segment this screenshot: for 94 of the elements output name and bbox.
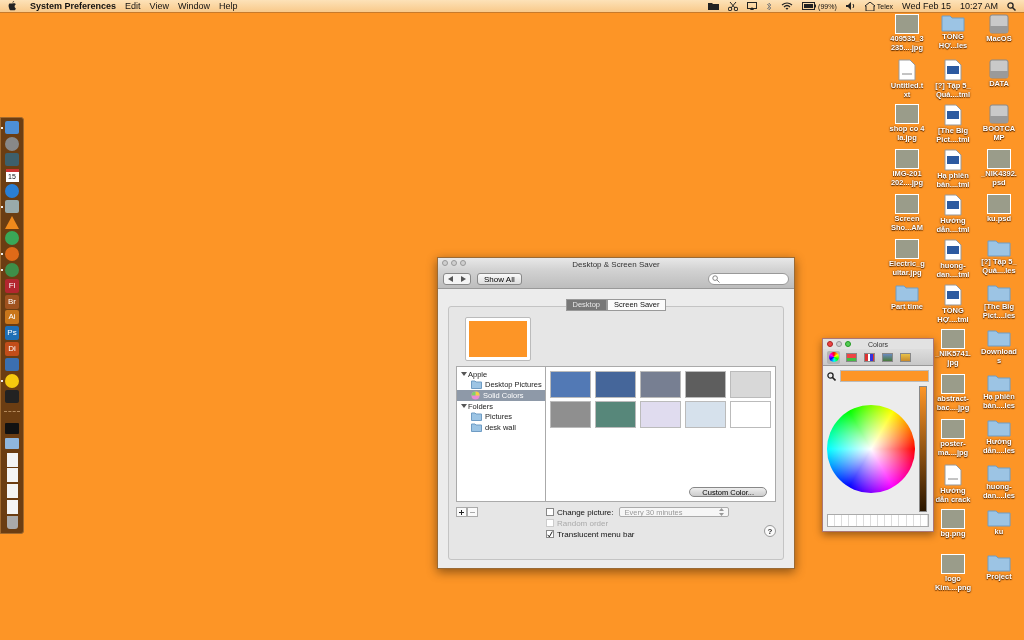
- wifi-icon[interactable]: [781, 1, 794, 11]
- app-icon[interactable]: Fl: [5, 278, 19, 293]
- scissors-icon[interactable]: [728, 1, 739, 11]
- speaker-icon[interactable]: [845, 2, 856, 10]
- hard-drive-icon[interactable]: [988, 104, 1010, 124]
- app-icon[interactable]: Ai: [5, 310, 19, 325]
- image-thumbnail[interactable]: [987, 149, 1011, 169]
- app-icon[interactable]: [5, 136, 19, 151]
- crayons-tab[interactable]: [899, 350, 912, 364]
- disclosure-triangle[interactable]: [461, 403, 467, 409]
- folder-icon: [471, 412, 482, 421]
- app-menu[interactable]: System Preferences: [30, 1, 117, 11]
- web-document-icon[interactable]: [944, 59, 962, 81]
- app-icon[interactable]: Ps: [5, 326, 19, 341]
- image-thumbnail[interactable]: [987, 194, 1011, 214]
- input-source-icon[interactable]: [864, 1, 875, 11]
- window-title: Desktop & Screen Saver: [572, 259, 660, 269]
- color-swatch[interactable]: [640, 371, 681, 398]
- color-palette-tab[interactable]: [863, 350, 876, 364]
- color-swatch[interactable]: [730, 401, 771, 428]
- smiley-icon[interactable]: [5, 373, 19, 388]
- app-icon[interactable]: [5, 263, 19, 278]
- app-icon[interactable]: Di: [5, 342, 19, 357]
- color-wheel-icon: [471, 391, 480, 400]
- plus-icon: [459, 509, 464, 515]
- trash-icon[interactable]: [6, 516, 18, 530]
- checkbox[interactable]: [546, 508, 554, 516]
- image-thumbnail[interactable]: [941, 374, 965, 394]
- right-triangle-icon: [461, 276, 466, 282]
- web-document-icon[interactable]: [944, 104, 962, 126]
- app-icon[interactable]: [5, 184, 19, 199]
- app-icon[interactable]: [5, 231, 19, 246]
- checkbox-label: Change picture:: [557, 507, 614, 517]
- checkbox-label: Translucent menu bar: [557, 529, 635, 539]
- menu-clock[interactable]: 10:27 AM: [959, 1, 998, 11]
- color-swatch[interactable]: [685, 371, 726, 398]
- image-thumbnail[interactable]: [895, 104, 919, 124]
- image-thumbnail[interactable]: [895, 14, 919, 34]
- color-swatch[interactable]: [595, 401, 636, 428]
- image-thumbnail[interactable]: [895, 194, 919, 214]
- color-swatch[interactable]: [640, 401, 681, 428]
- stepper-arrows-icon: [719, 508, 725, 516]
- color-swatch[interactable]: [550, 401, 591, 428]
- disclosure-triangle[interactable]: [461, 371, 467, 377]
- color-swatch[interactable]: [730, 371, 771, 398]
- web-document-icon[interactable]: [944, 149, 962, 171]
- folder-icon[interactable]: [708, 2, 720, 10]
- app-icon[interactable]: [5, 200, 19, 214]
- color-well[interactable]: [840, 370, 929, 382]
- folder-icon: [471, 423, 482, 432]
- search-field[interactable]: [708, 273, 789, 285]
- menu-item[interactable]: View: [149, 1, 169, 11]
- color-wheel-tab[interactable]: [827, 350, 840, 364]
- bluetooth-icon[interactable]: [766, 1, 773, 11]
- menu-item[interactable]: Edit: [125, 1, 141, 11]
- image-thumbnail[interactable]: [941, 329, 965, 349]
- app-icon[interactable]: [5, 121, 19, 135]
- battery-icon[interactable]: [802, 2, 817, 10]
- add-button[interactable]: [456, 507, 467, 517]
- document-icon[interactable]: [6, 468, 18, 483]
- web-document-icon[interactable]: [944, 194, 962, 216]
- image-thumbnail[interactable]: [895, 149, 919, 169]
- image-thumbnail[interactable]: [941, 509, 965, 529]
- search-icon[interactable]: [1007, 1, 1016, 11]
- image-thumbnail[interactable]: [895, 239, 919, 259]
- document-icon[interactable]: [6, 500, 18, 514]
- color-swatch[interactable]: [550, 371, 591, 398]
- magnifier-icon[interactable]: [827, 371, 836, 381]
- color-swatch[interactable]: [685, 401, 726, 428]
- search-icon: [712, 275, 720, 283]
- document-icon[interactable]: [6, 484, 18, 499]
- web-document-icon[interactable]: [944, 239, 962, 261]
- display-icon[interactable]: [747, 2, 758, 10]
- document-icon[interactable]: [6, 452, 18, 467]
- desktop-preview: [465, 317, 531, 361]
- color-sliders-tab[interactable]: [845, 350, 858, 364]
- checkbox[interactable]: [546, 530, 554, 538]
- show-all-button[interactable]: Show All: [477, 273, 522, 285]
- menu-item[interactable]: Window: [177, 1, 210, 11]
- image-thumbnail[interactable]: [941, 554, 965, 574]
- left-triangle-icon: [448, 276, 453, 282]
- image-palette-tab[interactable]: [881, 350, 894, 364]
- menu-date[interactable]: Wed Feb 15: [902, 1, 951, 11]
- minus-icon: [470, 509, 475, 515]
- app-icon[interactable]: [5, 247, 19, 262]
- image-thumbnail[interactable]: [941, 419, 965, 439]
- apple-icon[interactable]: [8, 1, 17, 11]
- color-swatch[interactable]: [595, 371, 636, 398]
- app-icon[interactable]: Br: [5, 294, 19, 309]
- brightness-slider[interactable]: [919, 386, 927, 512]
- help-button[interactable]: ?: [764, 525, 776, 537]
- menu-item[interactable]: Help: [218, 1, 238, 11]
- web-document-icon[interactable]: [944, 284, 962, 306]
- hard-drive-icon[interactable]: [988, 59, 1010, 79]
